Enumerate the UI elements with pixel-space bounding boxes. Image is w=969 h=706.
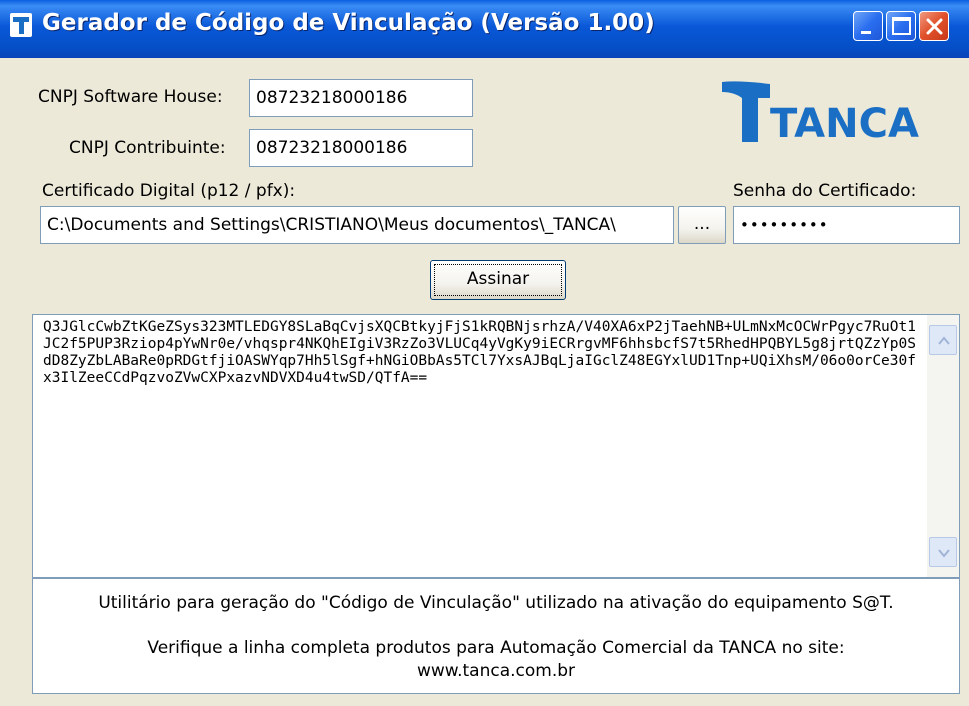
cnpj-contribuinte-input[interactable]: 08723218000186 — [249, 129, 473, 167]
password-input[interactable]: ••••••••• — [733, 206, 960, 244]
close-icon — [926, 18, 943, 35]
info-description: Utilitário para geração do "Código de Vi… — [98, 593, 894, 613]
chevron-down-icon — [938, 549, 950, 558]
certificado-label: Certificado Digital (p12 / pfx): — [42, 181, 296, 201]
browse-button[interactable]: ... — [678, 206, 726, 244]
info-products: Verifique a linha completa produtos para… — [147, 638, 845, 658]
output-textarea[interactable]: Q3JGlcCwbZtKGeZSys323MTLEDGY8SLaBqCvjsXQ… — [32, 314, 960, 578]
info-website: www.tanca.com.br — [416, 661, 576, 681]
close-button[interactable] — [919, 11, 949, 41]
tanca-logo-text: TANCA — [770, 101, 919, 147]
certificate-path-input[interactable]: C:\Documents and Settings\CRISTIANO\Meus… — [40, 206, 674, 244]
cnpj-contribuinte-label: CNPJ Contribuinte: — [69, 138, 226, 158]
maximize-button[interactable] — [886, 11, 916, 41]
senha-label: Senha do Certificado: — [733, 181, 917, 201]
scroll-down-button[interactable] — [929, 537, 957, 567]
tanca-logo: TANCA — [720, 78, 960, 148]
minimize-icon — [861, 31, 871, 34]
maximize-icon — [892, 17, 911, 35]
assinar-button[interactable]: Assinar — [430, 260, 566, 300]
cnpj-software-house-label: CNPJ Software House: — [38, 87, 223, 107]
scroll-up-button[interactable] — [929, 325, 957, 355]
cnpj-software-house-input[interactable]: 08723218000186 — [249, 79, 473, 117]
vertical-scrollbar[interactable] — [927, 315, 959, 577]
window-title: Gerador de Código de Vinculação (Versão … — [42, 10, 655, 36]
title-bar[interactable]: Gerador de Código de Vinculação (Versão … — [0, 0, 969, 58]
minimize-button[interactable] — [853, 11, 883, 41]
app-window: Gerador de Código de Vinculação (Versão … — [0, 0, 969, 706]
signature-text[interactable]: Q3JGlcCwbZtKGeZSys323MTLEDGY8SLaBqCvjsXQ… — [43, 319, 923, 387]
app-icon — [10, 13, 32, 37]
info-box: Utilitário para geração do "Código de Vi… — [32, 578, 960, 694]
chevron-up-icon — [938, 336, 950, 345]
